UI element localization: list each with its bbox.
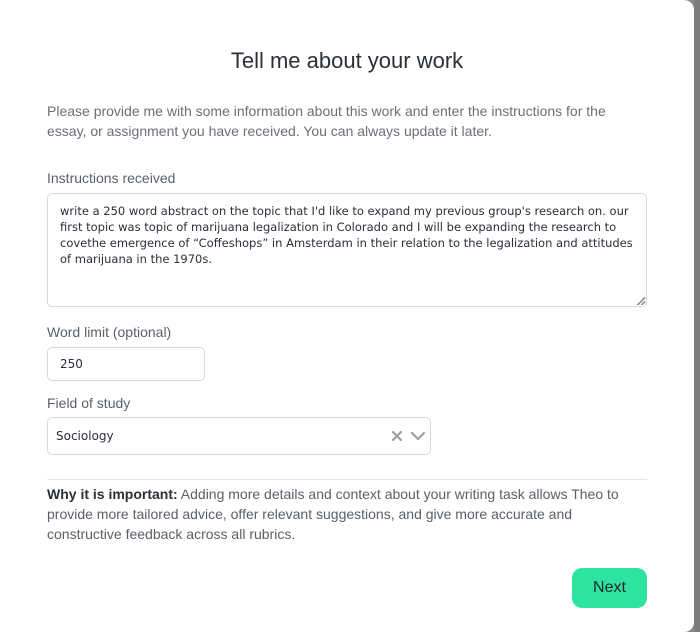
- modal-title: Tell me about your work: [230, 48, 464, 73]
- modal-intro: Please provide me with some information …: [47, 103, 606, 139]
- next-button[interactable]: Next: [572, 568, 647, 608]
- word-limit-input[interactable]: [47, 347, 205, 381]
- field-of-study-label: Field of study: [47, 395, 131, 411]
- work-details-modal: Tell me about your work Please provide m…: [0, 0, 694, 632]
- why-important-note: Why it is important: Adding more details…: [47, 484, 647, 544]
- chevron-down-icon[interactable]: [410, 429, 426, 443]
- divider: [47, 479, 647, 480]
- backdrop: [694, 0, 700, 632]
- instructions-textarea[interactable]: write a 250 word abstract on the topic t…: [47, 193, 647, 307]
- why-important-heading: Why it is important:: [47, 486, 178, 502]
- word-limit-label: Word limit (optional): [47, 324, 172, 340]
- instructions-label: Instructions received: [47, 170, 176, 186]
- clear-icon[interactable]: [390, 429, 404, 443]
- field-of-study-select[interactable]: Sociology: [47, 417, 431, 455]
- resize-handle-icon[interactable]: [636, 296, 645, 305]
- field-of-study-value: Sociology: [56, 429, 114, 443]
